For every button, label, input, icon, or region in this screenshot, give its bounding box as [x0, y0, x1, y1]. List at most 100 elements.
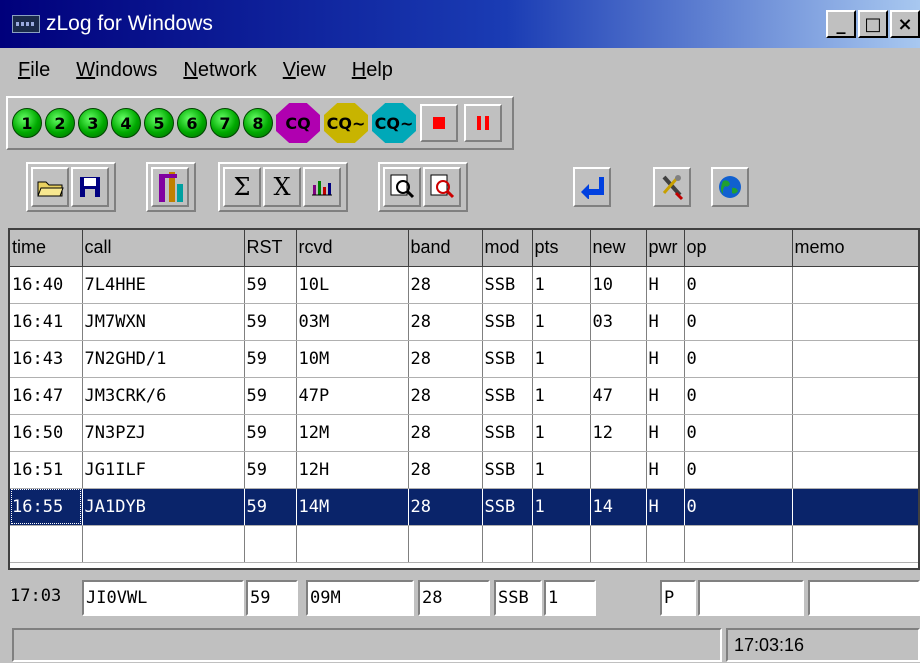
- cell-mod[interactable]: SSB: [482, 266, 533, 304]
- cq-repeat-button-1[interactable]: CQ~: [324, 103, 368, 143]
- app-icon[interactable]: [12, 15, 40, 33]
- rcvd-input[interactable]: 09M: [306, 580, 414, 616]
- cell-rst[interactable]: [244, 525, 297, 563]
- col-header-pwr[interactable]: pwr: [646, 230, 685, 267]
- cell-op[interactable]: 0: [684, 340, 793, 378]
- cell-op[interactable]: 0: [684, 451, 793, 489]
- score-button[interactable]: Σ: [223, 167, 261, 207]
- options-button[interactable]: [653, 167, 691, 207]
- cell-band[interactable]: [408, 525, 483, 563]
- cell-rst[interactable]: 59: [244, 488, 297, 526]
- cell-memo[interactable]: [792, 340, 918, 378]
- pause-button[interactable]: [464, 104, 502, 142]
- cell-mod[interactable]: [482, 525, 533, 563]
- cell-mod[interactable]: SSB: [482, 340, 533, 378]
- cell-memo[interactable]: [792, 451, 918, 489]
- col-header-mod[interactable]: mod: [482, 230, 533, 267]
- save-button[interactable]: [71, 167, 109, 207]
- cell-mod[interactable]: SSB: [482, 303, 533, 341]
- cell-pwr[interactable]: H: [646, 451, 685, 489]
- op-input[interactable]: [698, 580, 804, 616]
- cell-op[interactable]: 0: [684, 377, 793, 415]
- cw-memory-2-button[interactable]: 2: [45, 108, 75, 138]
- col-header-memo[interactable]: memo: [792, 230, 918, 267]
- col-header-new[interactable]: new: [590, 230, 647, 267]
- col-header-op[interactable]: op: [684, 230, 793, 267]
- col-header-rcvd[interactable]: rcvd: [296, 230, 409, 267]
- col-header-band[interactable]: band: [408, 230, 483, 267]
- memo-input[interactable]: [808, 580, 920, 616]
- table-row[interactable]: [10, 525, 918, 563]
- table-row[interactable]: 16:40 7L4HHE 59 10L 28 SSB 1 10 H 0: [10, 266, 918, 304]
- cell-pwr[interactable]: H: [646, 414, 685, 452]
- cell-rcvd[interactable]: 12M: [296, 414, 409, 452]
- cell-rcvd[interactable]: 03M: [296, 303, 409, 341]
- menu-view[interactable]: View: [283, 59, 326, 82]
- cell-time[interactable]: [10, 525, 83, 563]
- menu-network[interactable]: Network: [183, 59, 256, 82]
- cell-new[interactable]: [590, 340, 647, 378]
- title-bar[interactable]: zLog for Windows _ □ ×: [0, 0, 920, 48]
- table-row[interactable]: 16:55 JA1DYB 59 14M 28 SSB 1 14 H 0: [10, 488, 918, 526]
- cell-rst[interactable]: 59: [244, 414, 297, 452]
- table-row[interactable]: 16:43 7N2GHD/1 59 10M 28 SSB 1 H 0: [10, 340, 918, 378]
- cell-rcvd[interactable]: 12H: [296, 451, 409, 489]
- cell-new[interactable]: 14: [590, 488, 647, 526]
- band-field[interactable]: 28: [418, 580, 490, 616]
- cell-rcvd[interactable]: 47P: [296, 377, 409, 415]
- cw-memory-5-button[interactable]: 5: [144, 108, 174, 138]
- table-row[interactable]: 16:50 7N3PZJ 59 12M 28 SSB 1 12 H 0: [10, 414, 918, 452]
- cell-pts[interactable]: 1: [532, 266, 591, 304]
- menu-file[interactable]: File: [18, 59, 50, 82]
- menu-windows[interactable]: Windows: [76, 59, 157, 82]
- col-header-pts[interactable]: pts: [532, 230, 591, 267]
- minimize-button[interactable]: _: [826, 10, 856, 38]
- cell-new[interactable]: 12: [590, 414, 647, 452]
- cell-new[interactable]: [590, 525, 647, 563]
- menu-help[interactable]: Help: [352, 59, 393, 82]
- cell-memo[interactable]: [792, 525, 918, 563]
- pwr-field[interactable]: P: [660, 580, 696, 616]
- cell-new[interactable]: 10: [590, 266, 647, 304]
- table-row[interactable]: 16:51 JG1ILF 59 12H 28 SSB 1 H 0: [10, 451, 918, 489]
- cell-band[interactable]: 28: [408, 377, 483, 415]
- cell-mod[interactable]: SSB: [482, 414, 533, 452]
- cell-pts[interactable]: 1: [532, 451, 591, 489]
- cell-op[interactable]: [684, 525, 793, 563]
- call-input[interactable]: JI0VWL: [82, 580, 244, 616]
- cell-band[interactable]: 28: [408, 303, 483, 341]
- cell-call[interactable]: 7N2GHD/1: [82, 340, 245, 378]
- cell-memo[interactable]: [792, 488, 918, 526]
- col-header-time[interactable]: time: [10, 230, 83, 267]
- cw-memory-3-button[interactable]: 3: [78, 108, 108, 138]
- cell-rcvd[interactable]: 10M: [296, 340, 409, 378]
- cell-time[interactable]: 16:47: [10, 377, 83, 415]
- cell-rcvd[interactable]: 10L: [296, 266, 409, 304]
- cell-pts[interactable]: [532, 525, 591, 563]
- cq-repeat-button-2[interactable]: CQ~: [372, 103, 416, 143]
- cell-rcvd[interactable]: [296, 525, 409, 563]
- cell-mod[interactable]: SSB: [482, 377, 533, 415]
- open-button[interactable]: [31, 167, 69, 207]
- cell-band[interactable]: 28: [408, 488, 483, 526]
- rst-input[interactable]: 59: [246, 580, 298, 616]
- cell-call[interactable]: JM3CRK/6: [82, 377, 245, 415]
- cw-memory-8-button[interactable]: 8: [243, 108, 273, 138]
- cell-pwr[interactable]: H: [646, 340, 685, 378]
- maximize-button[interactable]: □: [858, 10, 888, 38]
- cell-call[interactable]: JG1ILF: [82, 451, 245, 489]
- zoom-in-button[interactable]: [383, 167, 421, 207]
- cell-op[interactable]: 0: [684, 414, 793, 452]
- cell-time[interactable]: 16:50: [10, 414, 83, 452]
- cw-memory-4-button[interactable]: 4: [111, 108, 141, 138]
- col-header-call[interactable]: call: [82, 230, 245, 267]
- cell-mod[interactable]: SSB: [482, 488, 533, 526]
- network-button[interactable]: [711, 167, 749, 207]
- cell-band[interactable]: 28: [408, 414, 483, 452]
- cell-time[interactable]: 16:55: [10, 488, 83, 526]
- partial-check-button[interactable]: [151, 167, 189, 207]
- cell-memo[interactable]: [792, 377, 918, 415]
- cell-pts[interactable]: 1: [532, 414, 591, 452]
- cell-rst[interactable]: 59: [244, 340, 297, 378]
- cell-mod[interactable]: SSB: [482, 451, 533, 489]
